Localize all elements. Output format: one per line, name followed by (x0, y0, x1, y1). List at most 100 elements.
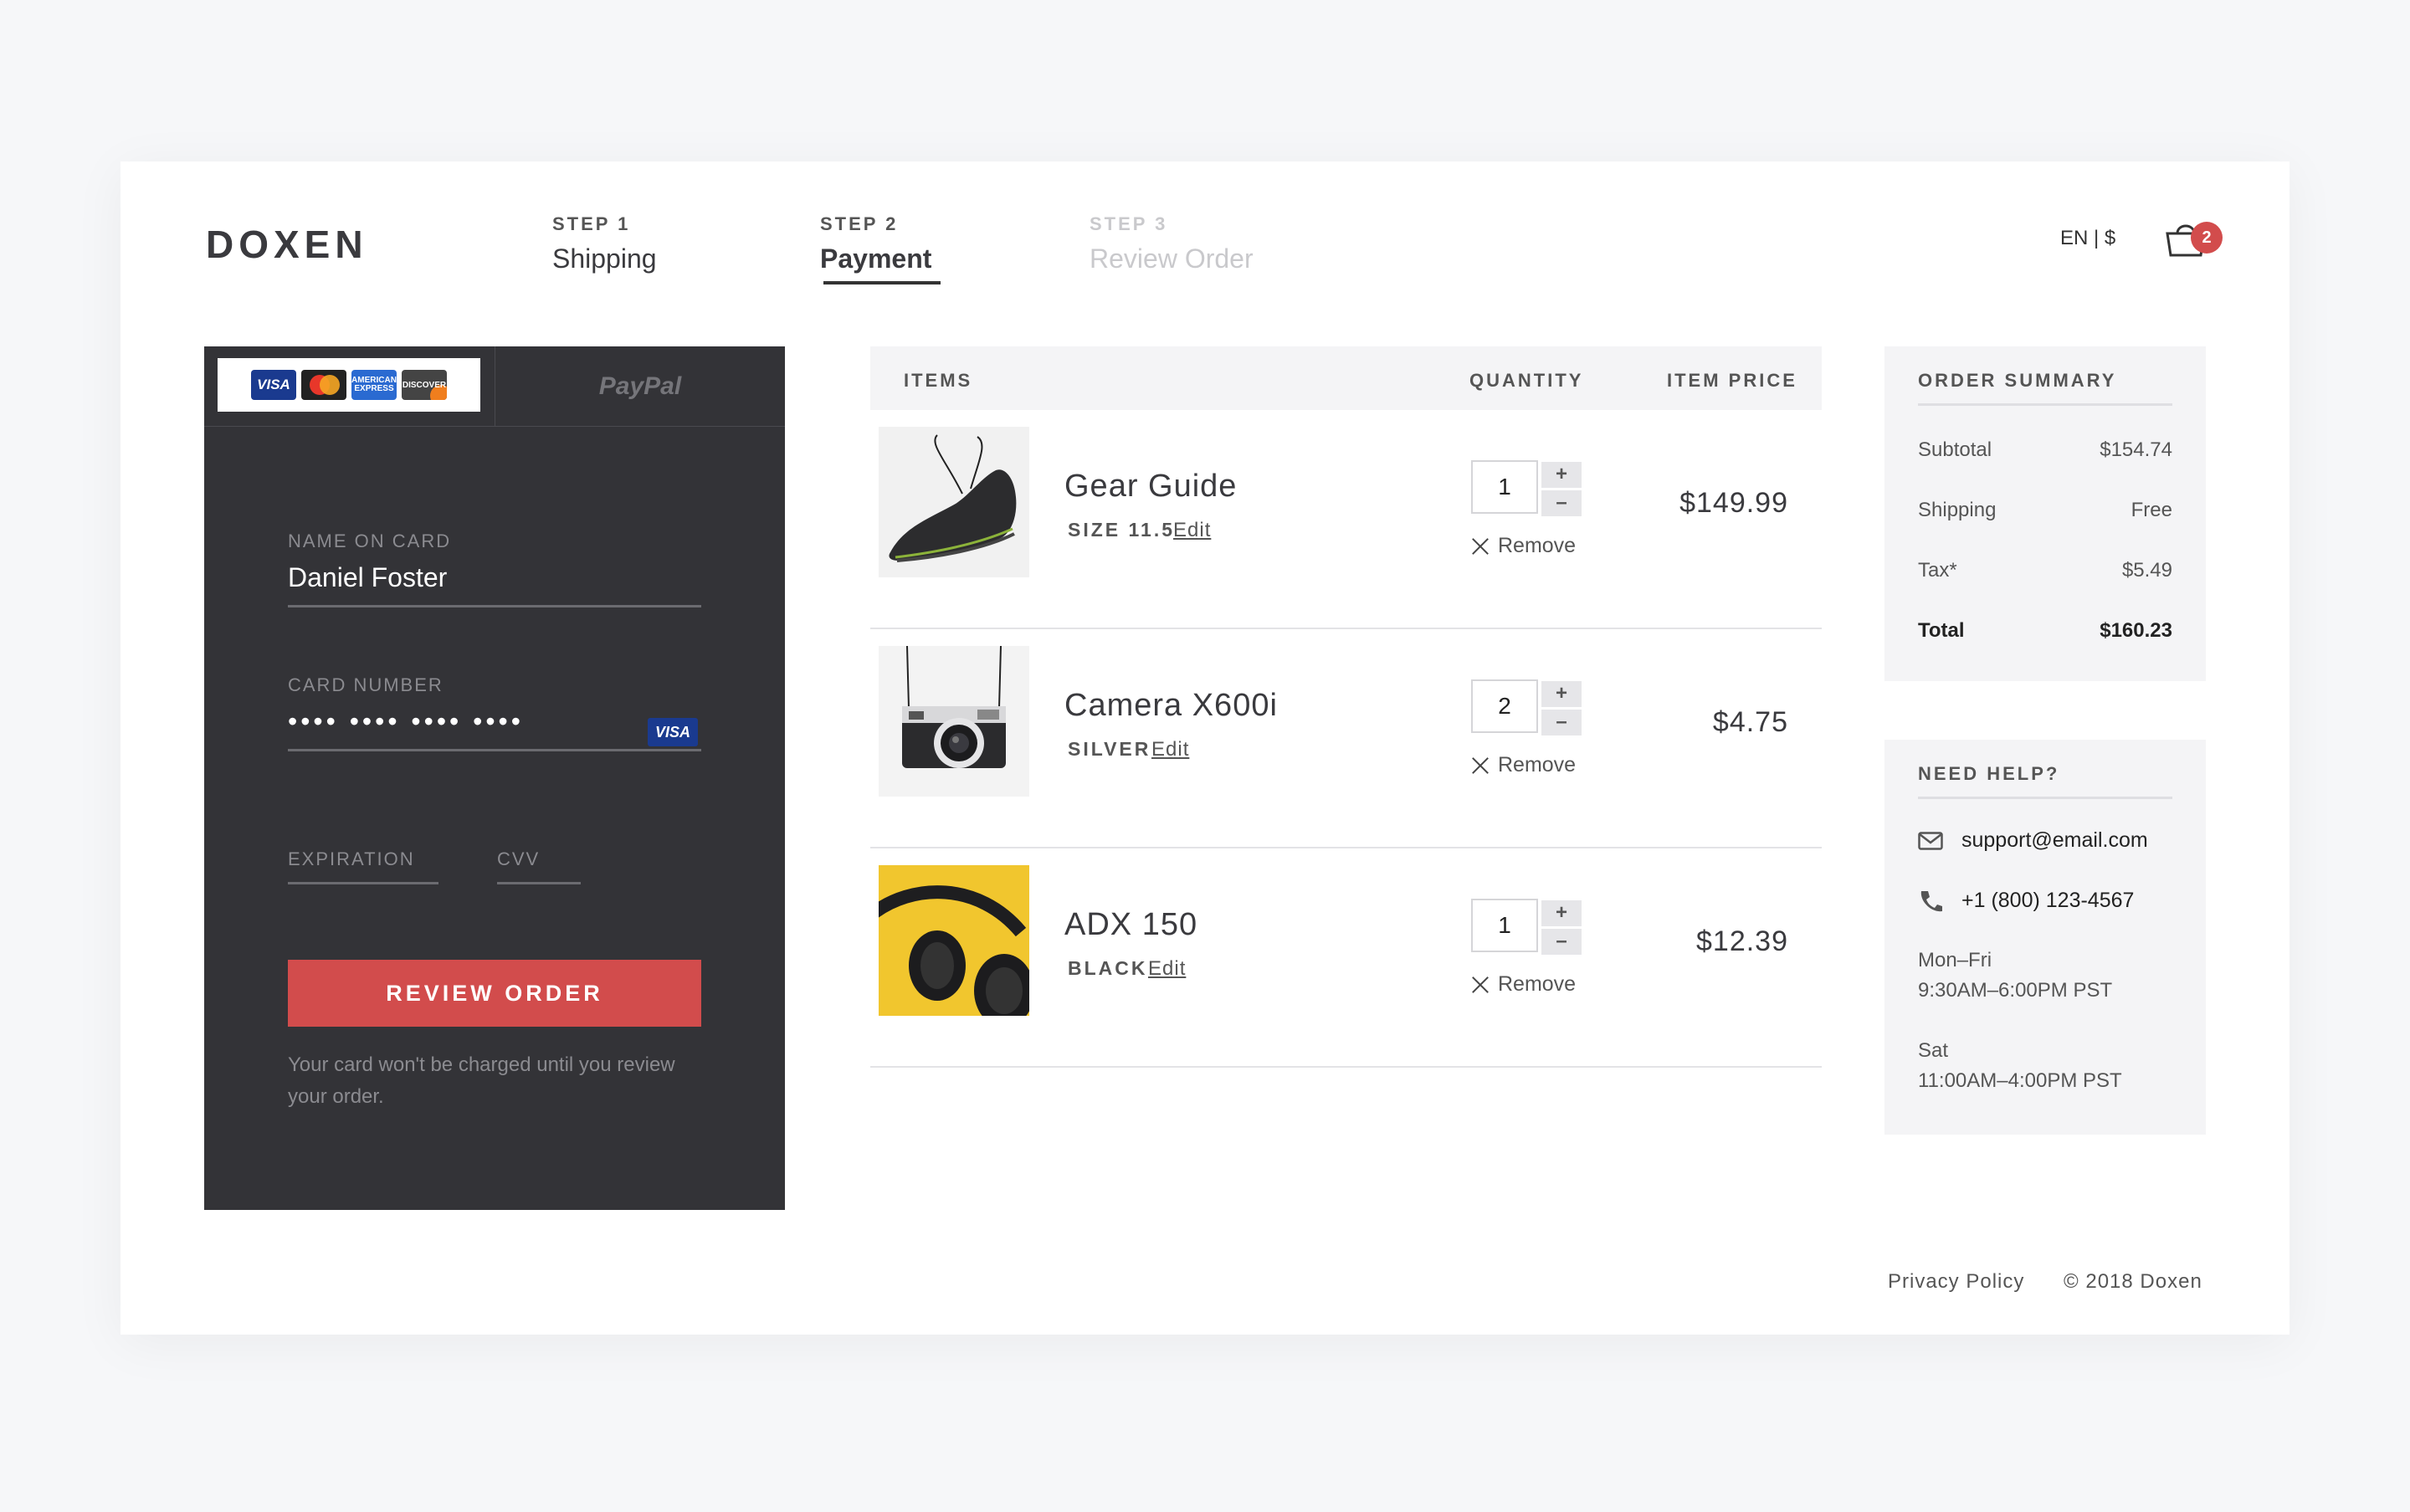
quantity-decrement-button[interactable]: – (1541, 710, 1582, 735)
divider (1918, 403, 2172, 406)
tab-paypal[interactable]: PayPal (495, 346, 785, 426)
remove-button[interactable]: Remove (1471, 972, 1576, 997)
support-email: support@email.com (1961, 828, 2148, 852)
column-quantity: QUANTITY (1469, 370, 1584, 391)
product-image-camera[interactable] (879, 646, 1029, 797)
shipping-label: Shipping (1918, 499, 1997, 521)
summary-shipping-row: Shipping Free (1918, 499, 2172, 522)
column-items: ITEMS (904, 370, 973, 391)
card-number-label: CARD NUMBER (288, 674, 444, 695)
shipping-value: Free (2131, 499, 2172, 521)
remove-label: Remove (1498, 534, 1577, 557)
tax-value: $5.49 (2121, 559, 2172, 582)
step-payment[interactable]: STEP 2 Payment (820, 213, 941, 284)
product-image-headphones[interactable] (879, 865, 1029, 1016)
remove-button[interactable]: Remove (1471, 753, 1576, 777)
support-email-link[interactable]: support@email.com (1918, 828, 2148, 853)
name-on-card-label: NAME ON CARD (288, 530, 452, 551)
subtotal-label: Subtotal (1918, 438, 1992, 461)
quantity-decrement-button[interactable]: – (1541, 490, 1582, 516)
review-order-button[interactable]: REVIEW ORDER (288, 960, 701, 1027)
item-price: $12.39 (1696, 925, 1788, 957)
weekday-hours: Mon–Fri 9:30AM–6:00PM PST (1918, 946, 2112, 1006)
card-number-input[interactable]: •••• •••• •••• •••• (288, 706, 701, 737)
locale-currency-selector[interactable]: EN | $ (2060, 227, 2115, 250)
close-icon (1471, 976, 1490, 994)
product-name: ADX 150 (1064, 907, 1198, 942)
close-icon (1471, 537, 1490, 556)
saturday-days: Sat (1918, 1039, 1949, 1062)
help-title: NEED HELP? (1918, 763, 2060, 784)
total-label: Total (1918, 619, 1965, 642)
quantity-input[interactable]: 1 (1471, 460, 1538, 514)
name-on-card-field[interactable]: NAME ON CARD Daniel Foster (288, 530, 701, 607)
remove-label: Remove (1498, 972, 1577, 996)
order-summary-panel: ORDER SUMMARY Subtotal $154.74 Shipping … (1884, 346, 2206, 681)
brand-logo[interactable]: DOXEN (206, 222, 368, 267)
total-value: $160.23 (2100, 619, 2172, 642)
edit-link[interactable]: Edit (1151, 738, 1189, 761)
quantity-decrement-button[interactable]: – (1541, 929, 1582, 955)
quantity-increment-button[interactable]: + (1541, 681, 1582, 707)
payment-method-tabs: VISA AMERICAN EXPRESS DISCOVER PayPal (204, 346, 785, 427)
field-underline (497, 882, 581, 884)
expiration-field[interactable]: EXPIRATION (288, 848, 438, 884)
item-price: $149.99 (1679, 487, 1788, 519)
step-name: Shipping (552, 243, 657, 274)
cvv-field[interactable]: CVV (497, 848, 581, 884)
step-number: STEP 2 (820, 213, 899, 234)
amex-logo-icon: AMERICAN EXPRESS (351, 370, 397, 400)
payment-panel: VISA AMERICAN EXPRESS DISCOVER PayPal NA… (204, 346, 785, 1210)
divider (1918, 797, 2172, 799)
summary-subtotal-row: Subtotal $154.74 (1918, 438, 2172, 462)
card-logos: VISA AMERICAN EXPRESS DISCOVER (218, 358, 480, 412)
step-shipping[interactable]: STEP 1 Shipping (552, 213, 657, 274)
expiration-label: EXPIRATION (288, 848, 415, 869)
quantity-increment-button[interactable]: + (1541, 900, 1582, 926)
weekday-time: 9:30AM–6:00PM PST (1918, 979, 2113, 1002)
copyright: © 2018 Doxen (2064, 1270, 2202, 1293)
privacy-policy-link[interactable]: Privacy Policy (1888, 1270, 2024, 1294)
quantity-increment-button[interactable]: + (1541, 462, 1582, 488)
close-icon (1471, 756, 1490, 775)
order-summary-title: ORDER SUMMARY (1918, 370, 2117, 391)
card-number-field[interactable]: CARD NUMBER •••• •••• •••• •••• VISA (288, 674, 701, 751)
step-name: Review Order (1090, 243, 1254, 274)
items-table-header: ITEMS QUANTITY ITEM PRICE (870, 346, 1822, 410)
support-phone: +1 (800) 123-4567 (1961, 889, 2135, 912)
remove-label: Remove (1498, 753, 1577, 777)
table-row: Camera X600i SILVER Edit 2 + – Remove $4… (870, 629, 1822, 848)
product-variant: SIZE 11.5 (1068, 519, 1176, 541)
visa-logo-icon: VISA (251, 370, 296, 400)
remove-button[interactable]: Remove (1471, 534, 1576, 558)
column-item-price: ITEM PRICE (1667, 370, 1797, 391)
checkout-card: DOXEN STEP 1 Shipping STEP 2 Payment STE… (120, 161, 2290, 1335)
step-review-order: STEP 3 Review Order (1090, 213, 1254, 274)
product-variant: BLACK (1068, 957, 1148, 979)
quantity-input[interactable]: 2 (1471, 679, 1538, 733)
field-underline (288, 605, 701, 607)
edit-link[interactable]: Edit (1173, 519, 1211, 542)
support-phone-link[interactable]: +1 (800) 123-4567 (1918, 889, 2134, 913)
name-on-card-input[interactable]: Daniel Foster (288, 562, 701, 593)
quantity-input[interactable]: 1 (1471, 899, 1538, 952)
table-row: Gear Guide SIZE 11.5 Edit 1 + – Remove $… (870, 410, 1822, 629)
envelope-icon (1918, 831, 1943, 850)
product-image-sneaker[interactable] (879, 427, 1029, 577)
step-number: STEP 3 (1090, 213, 1168, 234)
help-panel: NEED HELP? support@email.com +1 (800) 12… (1884, 740, 2206, 1135)
summary-total-row: Total $160.23 (1918, 619, 2172, 643)
product-name: Camera X600i (1064, 688, 1278, 723)
summary-tax-row: Tax* $5.49 (1918, 559, 2172, 582)
tax-label: Tax* (1918, 559, 1957, 582)
weekday-days: Mon–Fri (1918, 949, 1992, 971)
mastercard-logo-icon (301, 370, 346, 400)
step-number: STEP 1 (552, 213, 631, 234)
phone-icon (1920, 890, 1942, 911)
product-variant: SILVER (1068, 738, 1151, 760)
cvv-label: CVV (497, 848, 541, 869)
step-name: Payment (820, 243, 932, 274)
edit-link[interactable]: Edit (1148, 957, 1186, 981)
tab-credit-card[interactable]: VISA AMERICAN EXPRESS DISCOVER (204, 346, 495, 426)
item-price: $4.75 (1712, 706, 1788, 738)
